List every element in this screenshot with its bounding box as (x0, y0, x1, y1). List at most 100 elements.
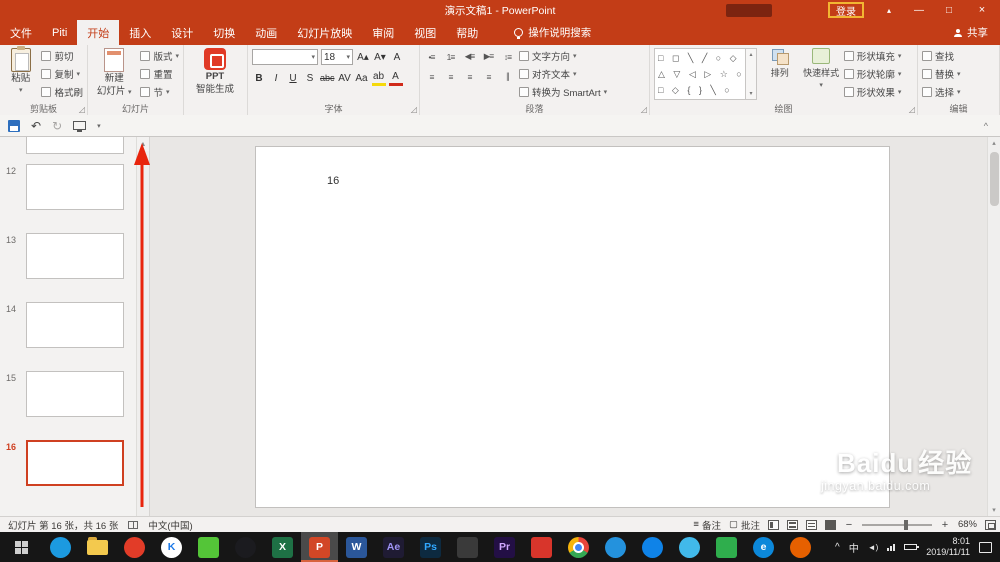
tab-animations[interactable]: 动画 (245, 20, 287, 45)
action-center-icon[interactable] (979, 541, 992, 553)
zoom-out-button[interactable]: − (844, 519, 854, 531)
decrease-indent-button[interactable]: ◀≡ (462, 49, 477, 64)
scroll-down-icon[interactable]: ▾ (749, 90, 752, 97)
ppt-ai-generate-button[interactable]: PPT 智能生成 (188, 48, 242, 102)
align-center-button[interactable]: ≡ (443, 69, 458, 84)
columns-button[interactable]: ∥ (500, 69, 515, 84)
text-direction-button[interactable]: 文字方向 ▾ (519, 48, 607, 64)
section-button[interactable]: 节 ▾ (140, 84, 179, 100)
tab-transitions[interactable]: 切换 (203, 20, 245, 45)
taskbar-app-browser[interactable] (42, 532, 79, 562)
copy-button[interactable]: 复制 ▾ (41, 66, 83, 82)
slide-thumbnail-partial[interactable] (26, 137, 124, 154)
share-button[interactable]: 共享 (942, 20, 1000, 45)
tab-slideshow[interactable]: 幻灯片放映 (287, 20, 362, 45)
highlight-color-button[interactable]: ab (371, 70, 386, 86)
taskbar-app-file-explorer[interactable] (79, 532, 116, 562)
paste-button[interactable]: 粘贴 ▾ (4, 46, 37, 102)
shapes-gallery[interactable]: □ ◻ ╲ ╱ ○ ◇ △ ▽ ◁ ▷ ☆ ○ □ ◇ { } ╲ ○ (654, 48, 746, 100)
shape-outline-button[interactable]: 形状轮廓 ▾ (843, 66, 913, 82)
tell-me-search[interactable]: 操作说明搜索 (514, 20, 591, 45)
taskbar-app-wechat[interactable] (190, 532, 227, 562)
taskbar-app-green[interactable] (708, 532, 745, 562)
taskbar-app-firefox[interactable] (782, 532, 819, 562)
tab-addin[interactable]: Piti (42, 20, 77, 45)
ribbon-display-options-icon[interactable]: ▴ (874, 0, 904, 20)
tab-help[interactable]: 帮助 (446, 20, 488, 45)
taskbar-app-word[interactable]: W (338, 532, 375, 562)
drawing-dialog-launcher[interactable]: ◿ (909, 106, 915, 114)
language-indicator[interactable]: 中文(中国) (148, 518, 192, 532)
volume-icon[interactable]: ◄) (868, 543, 879, 552)
cut-button[interactable]: 剪切 (41, 48, 83, 64)
tab-design[interactable]: 设计 (161, 20, 203, 45)
tab-file[interactable]: 文件 (0, 20, 42, 45)
font-color-button[interactable]: A (388, 70, 403, 86)
quick-styles-button[interactable]: 快速样式 ▾ (802, 48, 839, 102)
shape-fill-button[interactable]: 形状填充 ▾ (843, 48, 913, 64)
scroll-up-icon[interactable]: ▴ (749, 51, 752, 58)
sign-in-button[interactable]: 登录 (828, 2, 864, 18)
justify-button[interactable]: ≡ (481, 69, 496, 84)
minimize-button[interactable]: — (904, 0, 934, 20)
reading-view-button[interactable] (805, 519, 817, 530)
slide-thumbnail-13[interactable] (26, 233, 124, 279)
align-left-button[interactable]: ≡ (424, 69, 439, 84)
zoom-slider[interactable] (861, 519, 932, 530)
taskbar-app-video-editor[interactable] (449, 532, 486, 562)
grow-font-button[interactable]: A▴ (356, 49, 370, 65)
tab-insert[interactable]: 插入 (119, 20, 161, 45)
taskbar-app-security[interactable] (116, 532, 153, 562)
comments-toggle[interactable]: ▢ 批注 (729, 518, 760, 532)
text-shadow-button[interactable]: S (303, 70, 317, 86)
shrink-font-button[interactable]: A▾ (373, 49, 387, 65)
reset-button[interactable]: 重置 (140, 66, 179, 82)
align-right-button[interactable]: ≡ (462, 69, 477, 84)
taskbar-app-k-music[interactable]: K (153, 532, 190, 562)
slide-thumbnail-14[interactable] (26, 302, 124, 348)
clock[interactable]: 8:01 2019/11/11 (926, 536, 970, 559)
taskbar-app-photoshop[interactable]: Ps (412, 532, 449, 562)
layout-button[interactable]: 版式 ▾ (140, 48, 179, 64)
taskbar-app-utility[interactable] (671, 532, 708, 562)
network-icon[interactable] (887, 543, 896, 551)
notes-toggle[interactable]: ≡ 备注 (693, 518, 721, 532)
new-slide-button[interactable]: 新建 幻灯片 ▾ (92, 48, 136, 102)
scroll-down-icon[interactable]: ▾ (992, 506, 996, 514)
taskbar-app-excel[interactable]: X (264, 532, 301, 562)
undo-button[interactable]: ↶ (31, 119, 41, 133)
convert-smartart-button[interactable]: 转换为 SmartArt ▾ (519, 84, 607, 100)
scrollbar-thumb[interactable] (990, 152, 999, 206)
align-text-button[interactable]: 对齐文本 ▾ (519, 66, 607, 82)
zoom-in-button[interactable]: + (940, 519, 950, 531)
bullets-button[interactable]: •≡ (424, 49, 439, 64)
taskbar-app-premiere[interactable]: Pr (486, 532, 523, 562)
taskbar-app-edge[interactable]: e (745, 532, 782, 562)
start-button[interactable] (0, 532, 42, 562)
line-spacing-button[interactable]: ↕≡ (500, 49, 515, 64)
taskbar-app-thunder[interactable] (634, 532, 671, 562)
taskbar-app-blue[interactable] (597, 532, 634, 562)
character-spacing-button[interactable]: AV (338, 70, 352, 86)
slide-thumbnail-16-selected[interactable] (26, 440, 124, 486)
paragraph-dialog-launcher[interactable]: ◿ (641, 106, 647, 114)
taskbar-app-after-effects[interactable]: Ae (375, 532, 412, 562)
maximize-button[interactable]: □ (934, 0, 964, 20)
qat-customize-caret[interactable]: ▾ (97, 122, 101, 130)
font-dialog-launcher[interactable]: ◿ (411, 106, 417, 114)
taskbar-app-chrome[interactable] (560, 532, 597, 562)
arrange-button[interactable]: 排列 (761, 48, 798, 102)
slide-thumbnail-15[interactable] (26, 371, 124, 417)
slide-sorter-view-button[interactable] (786, 519, 798, 530)
redo-button[interactable]: ↻ (52, 119, 62, 133)
battery-icon[interactable] (904, 544, 920, 550)
canvas-scrollbar[interactable]: ▴ ▾ (987, 137, 1000, 516)
slideshow-view-button[interactable] (824, 519, 836, 530)
taskbar-app-qq[interactable] (227, 532, 264, 562)
tab-review[interactable]: 审阅 (362, 20, 404, 45)
fit-to-window-icon[interactable] (985, 519, 996, 530)
tab-home[interactable]: 开始 (77, 20, 120, 45)
increase-indent-button[interactable]: ▶≡ (481, 49, 496, 64)
font-size-combo[interactable]: 18 ▾ (321, 49, 353, 65)
strikethrough-button[interactable]: abc (320, 70, 335, 86)
